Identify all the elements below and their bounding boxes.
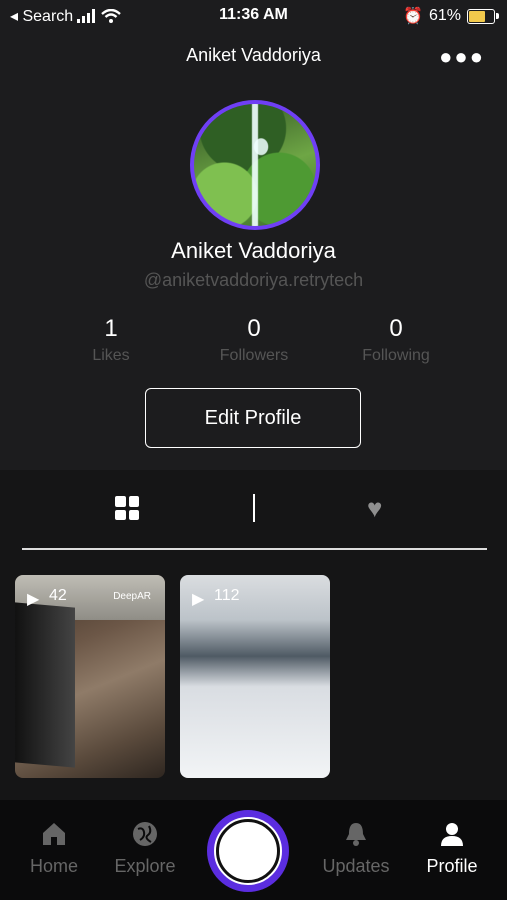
tab-explore-label: Explore: [114, 856, 176, 876]
tab-profile[interactable]: Profile: [407, 820, 497, 877]
bell-icon: [311, 820, 401, 850]
avatar[interactable]: [190, 100, 320, 230]
home-icon: [9, 820, 99, 850]
video-watermark: DeepAR: [113, 591, 151, 602]
video-views: 112: [214, 587, 240, 604]
stat-following[interactable]: 0 Following: [326, 315, 466, 365]
header-title: Aniket Vaddoriya: [186, 45, 321, 65]
tab-profile-label: Profile: [426, 856, 478, 876]
video-thumbnail[interactable]: ▶ 42 DeepAR: [15, 575, 165, 778]
heart-icon[interactable]: ♥: [367, 493, 382, 524]
battery-icon: [467, 8, 499, 24]
status-right: ⏰ 61%: [403, 6, 499, 26]
tab-explore[interactable]: Explore: [100, 820, 190, 877]
stat-likes[interactable]: 1 Likes: [41, 315, 181, 365]
person-icon: [407, 820, 497, 850]
likes-count: 1: [104, 315, 118, 342]
record-button[interactable]: [207, 810, 289, 892]
following-label: Following: [362, 347, 430, 364]
video-views: 42: [49, 587, 67, 604]
likes-label: Likes: [92, 347, 130, 364]
tab-home[interactable]: Home: [9, 820, 99, 877]
profile-handle: @aniketvaddoriya.retrytech: [143, 270, 364, 290]
tab-updates[interactable]: Updates: [311, 820, 401, 877]
tab-home-label: Home: [29, 856, 78, 876]
followers-count: 0: [247, 315, 261, 342]
tab-indicator-line: [22, 548, 487, 550]
followers-label: Followers: [219, 347, 289, 364]
tab-divider: [253, 494, 255, 522]
battery-fill: [469, 10, 485, 22]
more-dots-icon[interactable]: ●●●: [439, 44, 485, 70]
video-thumbnail[interactable]: ▶ 112: [180, 575, 330, 778]
play-icon: ▶: [27, 591, 40, 608]
globe-icon: [100, 820, 190, 850]
grid-icon[interactable]: [115, 496, 139, 520]
profile-name: Aniket Vaddoriya: [171, 238, 336, 263]
battery-percentage: 61%: [428, 7, 461, 24]
edit-profile-button[interactable]: Edit Profile: [145, 388, 361, 448]
following-count: 0: [389, 315, 403, 342]
stat-followers[interactable]: 0 Followers: [184, 315, 324, 365]
status-bar: ◂ Search 11:36 AM ⏰ 61%: [0, 0, 507, 30]
tab-updates-label: Updates: [322, 856, 390, 876]
alarm-icon: ⏰: [403, 8, 423, 25]
play-icon: ▶: [192, 591, 205, 608]
